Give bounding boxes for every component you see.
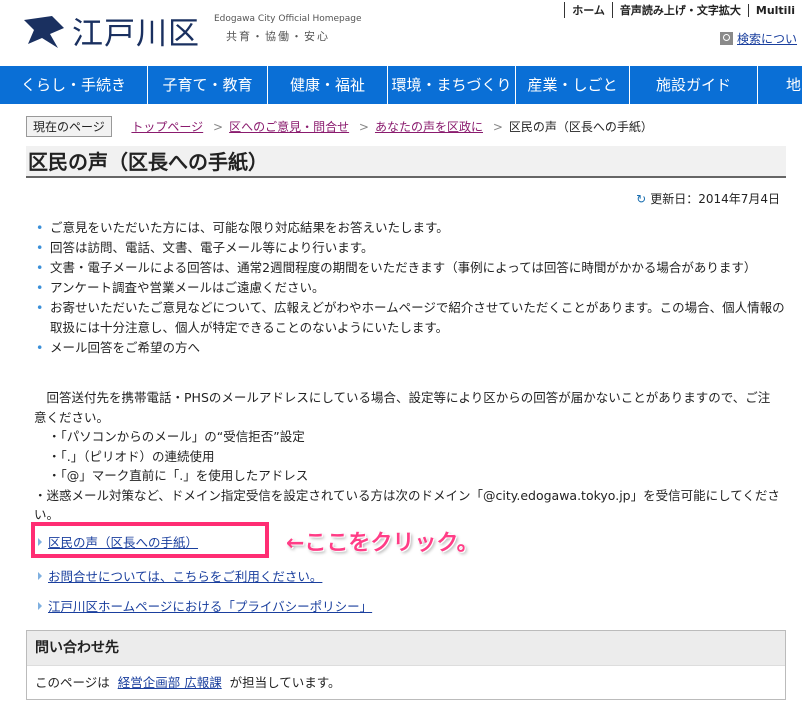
global-nav: くらし・手続き 子育て・教育 健康・福祉 環境・まちづくり 産業・しごと 施設ガ… bbox=[0, 66, 802, 104]
site-logo[interactable]: 江戸川区 bbox=[72, 8, 200, 53]
breadcrumb-current-label: 現在のページ bbox=[26, 116, 112, 137]
mail-notice-item: ・迷惑メール対策など、ドメイン指定受信を設定されている方は次のドメイン「@cit… bbox=[34, 487, 780, 523]
contact-dept-link[interactable]: 経営企画部 広報課 bbox=[118, 675, 222, 690]
site-logo-english: Edogawa City Official Homepage bbox=[214, 14, 362, 24]
contact-box: 問い合わせ先 このページは 経営企画部 広報課 が担当しています。 bbox=[26, 630, 786, 700]
list-item: お寄せいただいたご意見などについて、広報えどがわやホームページで紹介させていただ… bbox=[36, 298, 786, 338]
list-item: メール回答をご希望の方へ bbox=[36, 338, 786, 358]
nav-item-living[interactable]: くらし・手続き bbox=[0, 66, 148, 104]
site-tagline: 共育・協働・安心 bbox=[226, 30, 330, 43]
breadcrumb-opinion[interactable]: 区へのご意見・問合せ bbox=[229, 120, 349, 134]
mail-notice-item: ・「@」マーク直前に「.」を使用したアドレス bbox=[48, 468, 309, 483]
click-annotation: ←ここをクリック。 bbox=[286, 531, 479, 556]
contact-heading: 問い合わせ先 bbox=[27, 631, 785, 666]
mail-notice: 回答送付先を携帯電話・PHSのメールアドレスにしている場合、設定等により区からの… bbox=[34, 388, 782, 525]
contact-prefix: このページは bbox=[35, 675, 110, 690]
arrow-right-icon bbox=[38, 602, 42, 610]
breadcrumb-voice[interactable]: あなたの声を区政に bbox=[375, 120, 483, 134]
contact-body: このページは 経営企画部 広報課 が担当しています。 bbox=[27, 666, 785, 700]
mail-notice-item: ・「.」（ピリオド）の連続使用 bbox=[48, 448, 215, 464]
page-title: 区民の声（区長への手紙） bbox=[26, 146, 786, 178]
home-link[interactable]: ホーム bbox=[564, 2, 612, 18]
nav-item-map[interactable]: 地 bbox=[758, 66, 802, 104]
utility-links: ホーム 音声読み上げ・文字拡大 Multili bbox=[564, 2, 802, 18]
list-item: ご意見をいただいた方には、可能な限り対応結果をお答えいたします。 bbox=[36, 218, 786, 238]
nav-item-environment[interactable]: 環境・まちづくり bbox=[388, 66, 516, 104]
city-emblem-icon[interactable] bbox=[22, 14, 66, 50]
updated-date: ↻ 更新日：2014年7月4日 bbox=[636, 190, 780, 207]
list-item: アンケート調査や営業メールはご遠慮ください。 bbox=[36, 278, 786, 298]
inquiry-link-row: お問合せについては、こちらをご利用ください。 bbox=[38, 566, 322, 585]
list-item: 回答は訪問、電話、文書、電子メール等により行います。 bbox=[36, 238, 786, 258]
search-help[interactable]: 検索につい bbox=[720, 30, 797, 47]
breadcrumb: 現在のページ トップページ > 区へのご意見・問合せ > あなたの声を区政に > 区民… bbox=[26, 116, 653, 137]
arrow-right-icon bbox=[38, 572, 42, 580]
nav-item-childcare[interactable]: 子育て・教育 bbox=[148, 66, 268, 104]
accessibility-link[interactable]: 音声読み上げ・文字拡大 bbox=[611, 2, 748, 18]
updated-text: 更新日：2014年7月4日 bbox=[650, 192, 780, 206]
breadcrumb-top[interactable]: トップページ bbox=[131, 120, 203, 134]
breadcrumb-current: 区民の声（区長への手紙） bbox=[508, 120, 653, 134]
multilingual-link[interactable]: Multili bbox=[747, 4, 802, 17]
nav-item-facilities[interactable]: 施設ガイド bbox=[630, 66, 758, 104]
notice-list: ご意見をいただいた方には、可能な限り対応結果をお答えいたします。 回答は訪問、電… bbox=[36, 218, 786, 358]
privacy-link[interactable]: 江戸川区ホームページにおける「プライバシーポリシー」 bbox=[48, 599, 372, 614]
nav-item-industry[interactable]: 産業・しごと bbox=[516, 66, 630, 104]
inquiry-link[interactable]: お問合せについては、こちらをご利用ください。 bbox=[48, 569, 322, 584]
refresh-icon: ↻ bbox=[636, 192, 647, 206]
search-icon bbox=[720, 32, 733, 45]
nav-item-health[interactable]: 健康・福祉 bbox=[268, 66, 388, 104]
mail-notice-item: ・「パソコンからのメール」の“受信拒否”設定 bbox=[48, 429, 305, 444]
search-help-link[interactable]: 検索につい bbox=[737, 32, 797, 46]
site-header: 江戸川区 Edogawa City Official Homepage 共育・協… bbox=[0, 0, 802, 66]
list-item: 文書・電子メールによる回答は、通常2週間程度の期間をいただきます（事例によっては… bbox=[36, 258, 786, 278]
click-highlight bbox=[31, 522, 269, 558]
mail-notice-intro: 回答送付先を携帯電話・PHSのメールアドレスにしている場合、設定等により区からの… bbox=[34, 390, 771, 425]
contact-suffix: が担当しています。 bbox=[229, 675, 341, 690]
privacy-link-row: 江戸川区ホームページにおける「プライバシーポリシー」 bbox=[38, 596, 372, 615]
